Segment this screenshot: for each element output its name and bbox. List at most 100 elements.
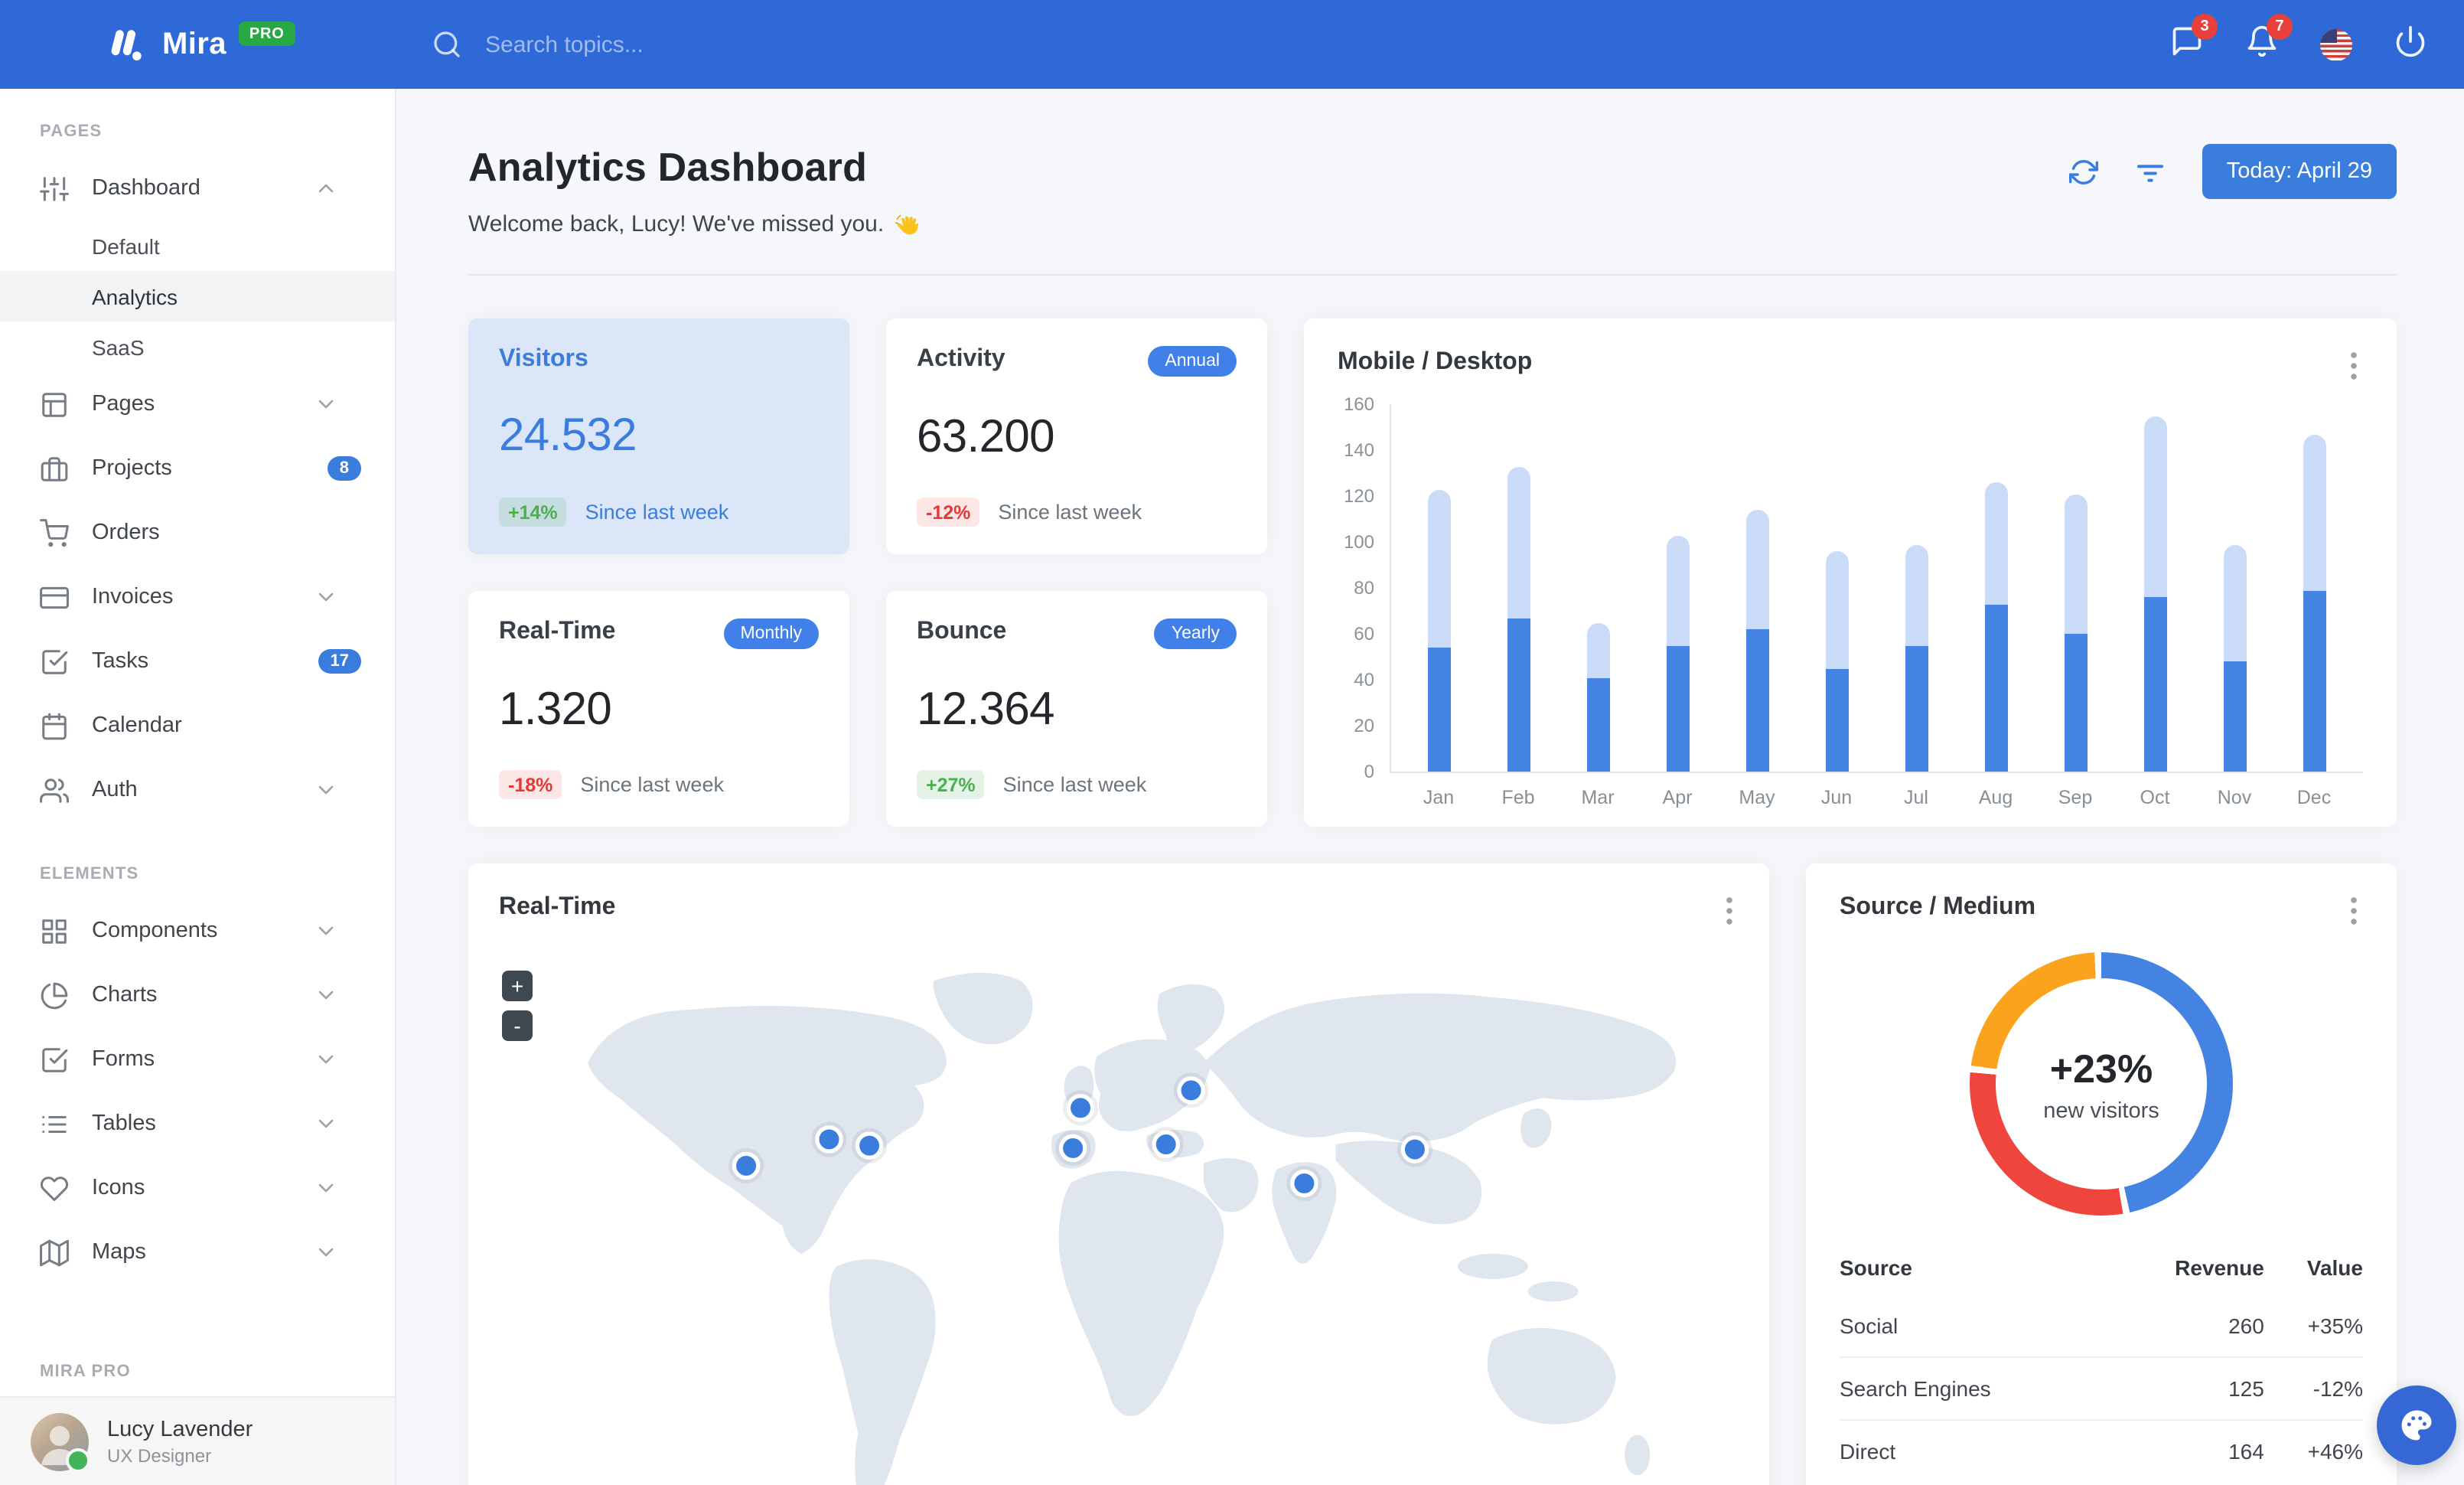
map-marker[interactable] bbox=[1286, 1165, 1322, 1201]
credit-card-icon bbox=[40, 586, 69, 609]
stat-card-visitors: Visitors 24.532 +14% Since last week bbox=[468, 318, 849, 554]
filter-button[interactable] bbox=[2135, 156, 2166, 187]
chevron-down-icon bbox=[318, 592, 334, 602]
chevron-down-icon bbox=[314, 1047, 338, 1072]
x-tick-label: Feb bbox=[1501, 787, 1535, 808]
cell-source: Search Engines bbox=[1840, 1356, 2107, 1420]
map-marker[interactable] bbox=[1173, 1072, 1209, 1108]
list-icon bbox=[42, 1115, 67, 1133]
chevron-down-icon bbox=[314, 1176, 338, 1200]
map-marker[interactable] bbox=[852, 1128, 888, 1164]
map-marker[interactable] bbox=[811, 1121, 847, 1157]
sidebar-item-tables[interactable]: Tables bbox=[0, 1092, 395, 1156]
chevron-down-icon bbox=[318, 785, 334, 795]
brand[interactable]: Mira PRO bbox=[0, 21, 395, 64]
mobile-bar-segment bbox=[1587, 677, 1611, 772]
desktop-bar-segment bbox=[1746, 510, 1770, 629]
x-tick-label: May bbox=[1739, 787, 1775, 808]
sidebar-item-charts[interactable]: Charts bbox=[0, 963, 395, 1027]
stat-title: Visitors bbox=[499, 346, 588, 372]
brand-name: Mira bbox=[162, 27, 227, 60]
map-marker[interactable] bbox=[1397, 1131, 1432, 1167]
sidebar-item-maps[interactable]: Maps bbox=[0, 1220, 395, 1284]
sidebar-subitem-saas[interactable]: SaaS bbox=[0, 321, 395, 372]
stat-note: Since last week bbox=[1002, 773, 1147, 796]
x-tick-label: Aug bbox=[1978, 787, 2013, 808]
stat-title: Bounce bbox=[917, 618, 1007, 645]
welcome-text: Welcome back, Lucy! We've missed you. bbox=[468, 211, 885, 237]
period-pill[interactable]: Monthly bbox=[723, 618, 819, 649]
chevron-down-icon bbox=[314, 778, 338, 802]
sidebar-item-calendar[interactable]: Calendar bbox=[0, 694, 395, 758]
sign-out-button[interactable] bbox=[2394, 24, 2427, 65]
sidebar-subitem-default[interactable]: Default bbox=[0, 220, 395, 271]
waving-hand-icon bbox=[893, 211, 919, 237]
navbar-actions: 3 7 bbox=[2170, 13, 2464, 65]
header-actions: Today: April 29 bbox=[2068, 144, 2397, 199]
chevron-down-icon bbox=[318, 1183, 334, 1193]
bar-aug bbox=[1957, 482, 2036, 772]
stat-title: Real-Time bbox=[499, 618, 616, 645]
desktop-bar-segment bbox=[1507, 466, 1531, 618]
period-pill[interactable]: Annual bbox=[1148, 346, 1237, 377]
map-marker[interactable] bbox=[728, 1147, 764, 1183]
search-input[interactable] bbox=[482, 30, 856, 59]
map-zoom-in-button[interactable]: + bbox=[502, 971, 533, 1001]
desktop-bar-segment bbox=[1984, 482, 2008, 604]
kebab-menu-icon[interactable] bbox=[2345, 349, 2363, 383]
sidebar-item-tasks[interactable]: Tasks 17 bbox=[0, 629, 395, 694]
grid-icon bbox=[42, 919, 67, 943]
chevron-down-icon bbox=[318, 400, 334, 409]
sidebar-subitem-analytics[interactable]: Analytics bbox=[0, 271, 395, 321]
sidebar-item-orders[interactable]: Orders bbox=[0, 501, 395, 565]
mobile-bar-segment bbox=[1826, 668, 1850, 772]
header-divider bbox=[468, 274, 2397, 276]
sidebar-item-components[interactable]: Components bbox=[0, 899, 395, 963]
sidebar-section-mira-pro: MIRA PRO bbox=[40, 1363, 131, 1381]
language-flag-us-icon[interactable] bbox=[2320, 28, 2352, 60]
sidebar-item-auth[interactable]: Auth bbox=[0, 758, 395, 822]
y-tick-label: 60 bbox=[1354, 623, 1374, 645]
sidebar-user[interactable]: Lucy Lavender UX Designer bbox=[0, 1396, 395, 1485]
world-map: + - bbox=[499, 937, 1739, 1485]
map-marker[interactable] bbox=[1055, 1130, 1091, 1166]
check-square-icon bbox=[42, 649, 68, 674]
sidebar-item-dashboard[interactable]: Dashboard bbox=[0, 156, 395, 220]
map-marker[interactable] bbox=[1148, 1127, 1184, 1163]
delta-chip: +27% bbox=[917, 770, 985, 799]
bar-sep bbox=[2036, 494, 2116, 772]
desktop-bar-segment bbox=[2223, 544, 2247, 661]
date-range-button[interactable]: Today: April 29 bbox=[2202, 144, 2397, 199]
kebab-menu-icon[interactable] bbox=[2345, 894, 2363, 928]
chevron-down-icon bbox=[314, 983, 338, 1007]
sidebar-item-icons[interactable]: Icons bbox=[0, 1156, 395, 1220]
cell-value: +35% bbox=[2307, 1314, 2363, 1338]
sidebar: PAGES Dashboard Default Analytics SaaS Pages P… bbox=[0, 89, 396, 1485]
calendar-icon bbox=[42, 712, 67, 739]
chevron-up-icon bbox=[314, 176, 338, 201]
chevron-down-icon bbox=[314, 392, 338, 416]
period-pill[interactable]: Yearly bbox=[1154, 618, 1237, 649]
stat-note: Since last week bbox=[580, 773, 724, 796]
map-marker[interactable] bbox=[1063, 1090, 1099, 1126]
refresh-button[interactable] bbox=[2068, 157, 2098, 186]
heart-icon bbox=[40, 1176, 69, 1201]
sidebar-item-projects[interactable]: Projects 8 bbox=[0, 436, 395, 501]
sidebar-item-forms[interactable]: Forms bbox=[0, 1027, 395, 1092]
sliders-icon bbox=[40, 176, 69, 201]
pie-chart-icon bbox=[41, 981, 68, 1009]
sidebar-item-invoices[interactable]: Invoices bbox=[0, 565, 395, 629]
kebab-menu-icon[interactable] bbox=[1720, 894, 1739, 928]
sidebar-item-pages[interactable]: Pages bbox=[0, 372, 395, 436]
theme-settings-fab[interactable] bbox=[2377, 1385, 2456, 1465]
bar-jun bbox=[1797, 551, 1877, 772]
cell-value: +46% bbox=[2264, 1419, 2363, 1482]
user-role: UX Designer bbox=[107, 1444, 212, 1466]
notifications-button[interactable]: 7 bbox=[2245, 13, 2293, 65]
donut-center-label: new visitors bbox=[2043, 1098, 2159, 1123]
chevron-down-icon bbox=[318, 1055, 334, 1064]
world-map-svg bbox=[588, 972, 1676, 1485]
map-zoom-out-button[interactable]: - bbox=[502, 1010, 533, 1041]
messages-button[interactable]: 3 bbox=[2170, 13, 2218, 65]
bar-dec bbox=[2274, 434, 2354, 772]
